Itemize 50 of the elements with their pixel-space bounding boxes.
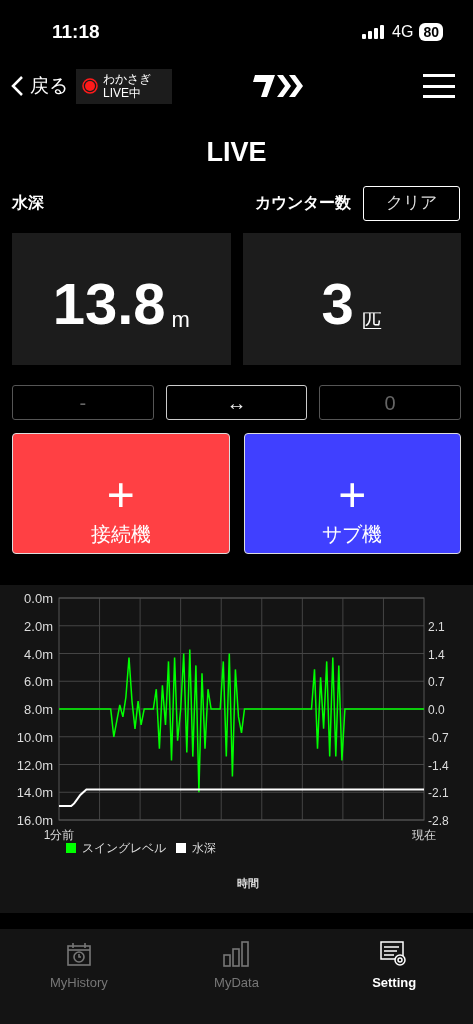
axis-tick-label: 2.0m bbox=[24, 618, 53, 634]
axis-tick-label: 10.0m bbox=[16, 729, 53, 745]
axis-title: 時間 bbox=[237, 877, 259, 889]
calendar-clock-icon bbox=[65, 941, 92, 967]
badge-text: わかさぎ bbox=[103, 72, 151, 86]
add-button[interactable]: + サブ機 bbox=[243, 433, 461, 554]
axis-tick-label: 2.1 bbox=[428, 619, 445, 634]
axis-tick-label: 0.0m bbox=[24, 591, 53, 606]
axis-tick-label: 1分前 bbox=[43, 828, 75, 842]
back-button[interactable]: 戻る bbox=[10, 71, 68, 101]
clear-button[interactable]: クリア bbox=[363, 185, 460, 221]
depth-value: 13.8 bbox=[52, 275, 166, 333]
axis-tick-label: 0.0 bbox=[428, 703, 445, 717]
counter-label: カウンター数 bbox=[255, 193, 351, 213]
axis-tick-label: 8.0m bbox=[24, 702, 53, 717]
bar-chart-icon bbox=[222, 941, 251, 967]
axis-tick-label: 0.7 bbox=[428, 675, 445, 690]
network-label: 4G bbox=[392, 22, 414, 42]
counter-unit: 匹 bbox=[361, 311, 382, 333]
depth-unit: m bbox=[171, 309, 190, 333]
control-button[interactable]: ↔ bbox=[165, 385, 308, 420]
signal-icon bbox=[362, 25, 387, 39]
axis-tick-label: 12.0m bbox=[16, 757, 53, 773]
battery-indicator: 80 bbox=[419, 23, 443, 41]
settings-icon bbox=[380, 941, 409, 967]
axis-tick-label: 16.0m bbox=[16, 813, 53, 828]
status-time: 11:18 bbox=[52, 19, 100, 44]
add-button[interactable]: + 接続機 bbox=[12, 433, 230, 554]
counter-value: 3 bbox=[321, 275, 354, 333]
axis-tick-label: 現在 bbox=[412, 828, 436, 842]
axis-tick-label: 14.0m bbox=[16, 785, 53, 801]
axis-tick-label: 4.0m bbox=[24, 646, 53, 662]
record-icon bbox=[82, 78, 98, 94]
axis-tick-label: 1.4 bbox=[428, 647, 445, 662]
badge-text: LIVE中 bbox=[103, 86, 142, 100]
axis-tick-label: -1.4 bbox=[428, 758, 449, 773]
menu-icon[interactable] bbox=[423, 72, 455, 100]
tab-item[interactable]: MyHistory bbox=[0, 941, 158, 993]
legend-label: スイングレベル bbox=[82, 841, 166, 855]
legend-label: 水深 bbox=[192, 841, 216, 855]
tab-item[interactable]: Setting bbox=[315, 941, 473, 993]
tab-item[interactable]: MyData bbox=[157, 941, 316, 993]
axis-tick-label: -0.7 bbox=[428, 730, 449, 745]
chevron-left-icon bbox=[10, 75, 24, 97]
axis-tick-label: 6.0m bbox=[24, 674, 53, 690]
axis-tick-label: -2.8 bbox=[428, 814, 449, 828]
depth-label: 水深 bbox=[12, 193, 44, 213]
axis-tick-label: -2.1 bbox=[428, 786, 449, 801]
brand-logo bbox=[252, 73, 303, 99]
page-title: LIVE bbox=[206, 136, 267, 169]
